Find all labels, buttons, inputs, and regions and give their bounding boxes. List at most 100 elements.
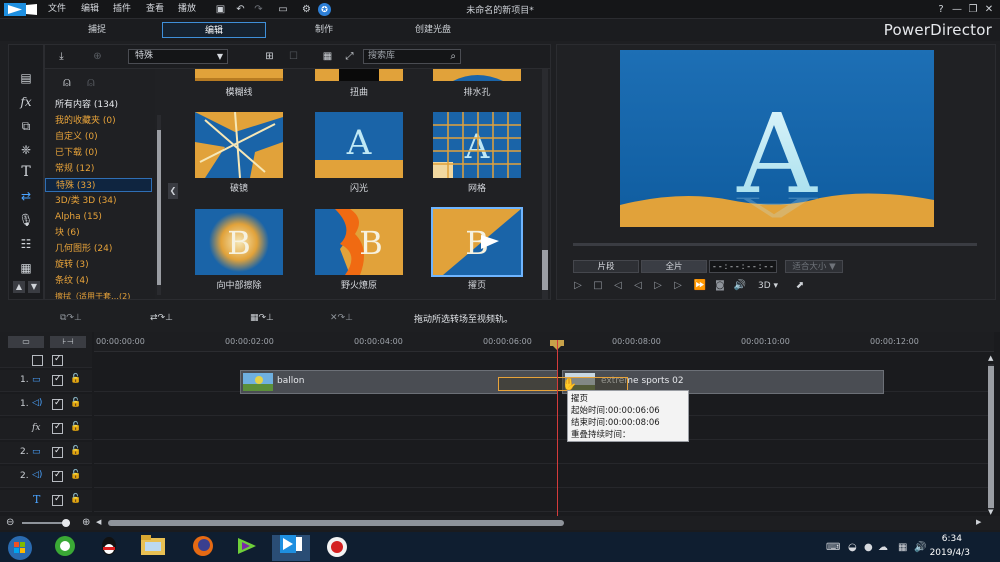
subtitle-room-icon[interactable]: ☷ [17,235,35,253]
fit-size-select[interactable]: 适合大小 ▼ [785,260,843,273]
zoom-in-icon[interactable]: ⊕ [82,517,90,528]
tree-scrollbar-thumb[interactable] [157,130,161,285]
help-button[interactable]: ? [934,3,948,16]
effect-room-icon[interactable]: fx [17,93,35,111]
title-track[interactable] [94,490,988,512]
playhead-line[interactable] [557,340,558,516]
track-enable-checkbox[interactable] [52,470,63,482]
snapshot-icon[interactable]: ◙ [713,279,727,293]
lock-icon[interactable]: 🔓 [70,374,81,384]
tab-edit[interactable]: 编辑 [162,22,266,38]
pip-room-icon[interactable]: ⧉ [17,117,35,135]
chapter-room-icon[interactable]: ▦ [17,259,35,277]
category-select[interactable]: 特殊 ▼ [128,49,228,64]
add-tag-icon[interactable]: ⍝ [63,75,71,90]
wechat-icon[interactable]: ● [864,542,873,553]
thumb-drain[interactable] [433,69,521,81]
video-app-icon[interactable] [228,535,266,561]
tree-item-general[interactable]: 常规 (12) [55,162,94,176]
expand-view-icon[interactable]: ⤢ [343,50,356,63]
qq-icon[interactable] [90,535,128,561]
scroll-down-icon[interactable]: ▼ [988,508,993,516]
resolution-icon[interactable]: ▭ [272,3,294,16]
thumb-flash[interactable]: A [315,112,403,178]
time-ruler[interactable]: 00:00:00:00 00:00:02:00 00:00:04:00 00:0… [94,332,994,352]
master-enable-checkbox[interactable] [52,354,63,366]
title-room-icon[interactable]: T [17,163,35,181]
keyboard-icon[interactable]: ⌨ [826,542,840,553]
menu-play[interactable]: 播放 [178,3,196,16]
audio-track-2[interactable] [94,466,988,488]
tree-item-rotate[interactable]: 旋转 (3) [55,258,89,272]
track-enable-checkbox[interactable] [52,422,63,434]
volume-icon[interactable]: 🔊 [733,279,747,293]
scroll-right-icon[interactable]: ▶ [976,518,981,526]
thumb-blur-line[interactable] [195,69,283,81]
lock-icon[interactable]: 🔓 [70,494,81,504]
track-enable-checkbox[interactable] [52,374,63,386]
grid-scrollbar-thumb[interactable] [542,250,548,290]
restore-button[interactable]: ❐ [966,3,980,16]
movie-mode-button[interactable]: 全片 [641,260,707,273]
tray-expand-icon[interactable]: ◒ [848,542,857,553]
preview-seek-bar[interactable] [573,243,977,246]
tab-capture[interactable]: 捕捉 [50,22,144,38]
tab-create-disc[interactable]: 创建光盘 [380,22,486,38]
favorite-add-icon[interactable]: ☐ [287,50,300,63]
thumb-grid[interactable]: A [433,112,521,178]
storyboard-mode-icon[interactable]: ⊦⊣ [50,336,86,348]
scroll-up-icon[interactable]: ▲ [988,354,993,362]
track-enable-checkbox[interactable] [52,446,63,458]
clock-date[interactable]: 2019/4/3 [930,548,970,558]
thumb-broken-glass[interactable] [195,112,283,178]
network-icon[interactable]: ▦ [898,542,907,553]
video-track-2[interactable] [94,442,988,464]
add-to-timeline-icon[interactable]: ⊞ [263,50,276,63]
tree-item-block[interactable]: 块 (6) [55,226,80,240]
prev-frame-icon[interactable]: ◁ [611,279,625,293]
zoom-slider-knob[interactable] [62,519,70,527]
transition-room-icon[interactable]: ⇄ [17,187,35,205]
tree-item-special[interactable]: 特殊 (33) [45,178,152,192]
tree-item-wipe[interactable]: 擦拭（适用于套…(2) [55,290,130,299]
file-explorer-icon[interactable] [134,535,172,561]
close-button[interactable]: ✕ [982,3,996,16]
thumb-distort[interactable] [315,69,403,81]
fast-forward-icon[interactable]: ⏩ [693,279,707,293]
tree-item-downloaded[interactable]: 已下载 (0) [55,146,98,160]
master-video-checkbox[interactable] [32,355,43,366]
timeline-h-scrollbar-thumb[interactable] [108,520,564,526]
next-frame-icon[interactable]: ▷ [671,279,685,293]
timeline-mode-icon[interactable]: ▭ [8,336,44,348]
stop-icon[interactable]: □ [591,279,605,293]
tool-remove-icon[interactable]: ✕↷⊥ [330,312,353,324]
import-media-icon[interactable]: ⤓ [55,50,68,63]
start-button[interactable] [0,535,40,561]
tree-item-favorites[interactable]: 我的收藏夹 (0) [55,114,116,128]
track-enable-checkbox[interactable] [52,494,63,506]
prev-icon[interactable]: ◁ [631,279,645,293]
search-icon[interactable]: ⌕ [450,50,456,63]
particle-room-icon[interactable]: ❈ [17,141,35,159]
menu-edit[interactable]: 编辑 [81,3,99,16]
menu-file[interactable]: 文件 [48,3,66,16]
lock-icon[interactable]: 🔓 [70,470,81,480]
undock-preview-icon[interactable]: ⬈ [793,279,807,293]
tree-item-all[interactable]: 所有内容 (134) [55,98,118,112]
scroll-left-icon[interactable]: ◀ [96,518,101,526]
tree-item-stripe[interactable]: 条纹 (4) [55,274,89,288]
minimize-button[interactable]: — [950,3,964,16]
play-icon[interactable]: ▷ [571,279,585,293]
tool-modify-icon[interactable]: ⧉↷⊥ [60,312,82,324]
remove-tag-icon[interactable]: ⍝ [87,75,95,90]
firefox-icon[interactable] [184,535,222,561]
audio-track-1[interactable] [94,394,988,416]
lock-icon[interactable]: 🔓 [70,422,81,432]
thumb-page-turn[interactable]: B [431,207,523,277]
cloud-icon[interactable]: ☁ [878,542,888,553]
thumbnail-size-icon[interactable]: ▦ [321,50,334,63]
tool-random-transition-icon[interactable]: ▦↷⊥ [250,312,274,324]
screen-recorder-icon[interactable] [318,535,356,561]
library-search-input[interactable]: 搜索库 ⌕ [363,49,461,64]
settings-gear-icon[interactable]: ⚙ [300,3,313,16]
